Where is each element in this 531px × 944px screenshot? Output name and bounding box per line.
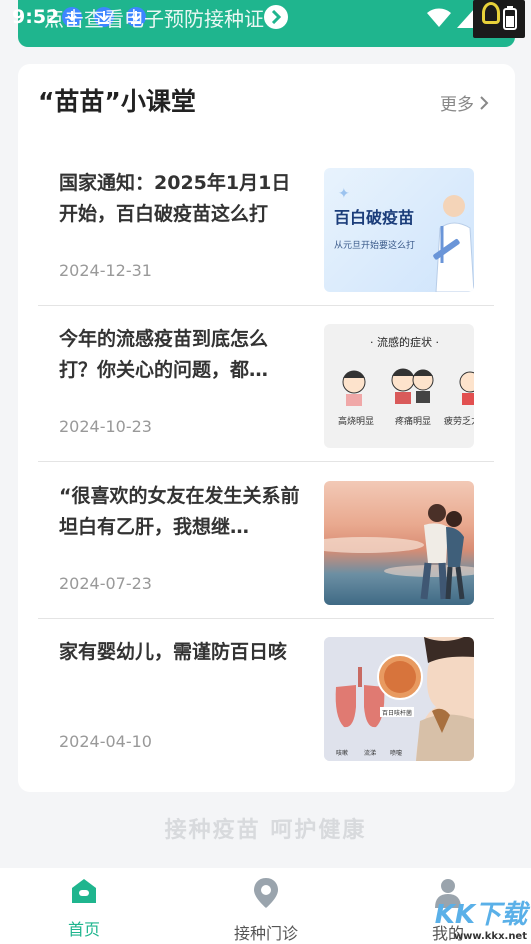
bottom-navigation: 首页 接种门诊 我的 KK下载 www.kkx.net: [0, 868, 531, 944]
location-pin-icon: [254, 878, 278, 908]
wifi-icon: [427, 8, 451, 27]
article-title: 今年的流感疫苗到底怎么打？你关心的问题，都…: [59, 328, 269, 381]
section-title: “苗苗”小课堂: [38, 87, 196, 116]
article-thumbnail: [324, 481, 474, 605]
article-date: 2024-12-31: [59, 261, 152, 280]
article-title: 国家通知：2025年1月1日开始，百白破疫苗这么打: [59, 172, 291, 225]
watermark-brand: KK下载: [434, 900, 527, 930]
more-link[interactable]: 更多: [440, 90, 489, 115]
divider: [38, 461, 494, 462]
thumb-caption: 百日咳杆菌: [382, 709, 412, 717]
nav-clinic[interactable]: 接种门诊: [206, 876, 326, 944]
article-item[interactable]: 国家通知：2025年1月1日开始，百白破疫苗这么打 2024-12-31 百白破…: [38, 168, 494, 324]
thumb-label: 高烧明显: [338, 415, 374, 427]
article-item[interactable]: 今年的流感疫苗到底怎么打？你关心的问题，都… 2024-10-23 · 流感的症…: [38, 324, 494, 480]
classroom-card: “苗苗”小课堂 更多 国家通知：2025年1月1日开始，百白破疫苗这么打 202…: [18, 64, 515, 792]
article-date: 2024-10-23: [59, 417, 152, 436]
thumb-label: 流涕: [364, 749, 376, 757]
svg-text:✦: ✦: [338, 186, 350, 202]
status-bar: 9:52 点击查看电子预防接种证: [0, 0, 531, 38]
thumb-label: 疲劳乏力: [444, 415, 474, 427]
thumb-label: 咳嗽: [336, 749, 348, 757]
chevron-right-icon[interactable]: [264, 5, 288, 29]
divider: [38, 305, 494, 306]
chevron-right-icon: [480, 95, 489, 110]
thumb-label: 疼痛明显: [395, 415, 431, 427]
nav-home[interactable]: 首页: [24, 876, 144, 940]
battery-icon: [473, 0, 525, 38]
article-thumbnail: 百白破疫苗 从元旦开始要这么打 ✦: [324, 168, 474, 292]
watermark: KK下载 www.kkx.net: [435, 894, 527, 942]
more-label: 更多: [440, 95, 474, 115]
article-date: 2024-07-23: [59, 574, 152, 593]
thumb-label: 喷嚏: [390, 749, 402, 757]
article-item[interactable]: 家有婴幼儿，需谨防百日咳 2024-04-10 百日咳杆菌 咳嗽 流涕 喷嚏: [38, 637, 494, 793]
article-title: “很喜欢的女友在发生关系前坦白有乙肝，我想继…: [59, 485, 300, 538]
home-icon: [72, 879, 96, 903]
thumb-heading: 百白破疫苗: [334, 208, 414, 227]
nav-clinic-label: 接种门诊: [233, 924, 298, 943]
article-thumbnail: · 流感的症状 · 高烧明显 疼痛明显 疲劳乏力: [324, 324, 474, 448]
article-item[interactable]: “很喜欢的女友在发生关系前坦白有乙肝，我想继… 2024-07-23: [38, 481, 494, 637]
thumb-heading: · 流感的症状 ·: [370, 335, 439, 349]
thumb-subtitle: 从元旦开始要这么打: [334, 239, 415, 251]
banner-text[interactable]: 点击查看电子预防接种证: [44, 3, 264, 32]
article-thumbnail: 百日咳杆菌 咳嗽 流涕 喷嚏: [324, 637, 474, 761]
slogan: 接种疫苗 呵护健康: [164, 817, 367, 843]
divider: [38, 618, 494, 619]
article-date: 2024-04-10: [59, 732, 152, 751]
watermark-url: www.kkx.net: [453, 931, 527, 942]
article-title: 家有婴幼儿，需谨防百日咳: [59, 641, 288, 663]
nav-home-label: 首页: [67, 920, 100, 939]
